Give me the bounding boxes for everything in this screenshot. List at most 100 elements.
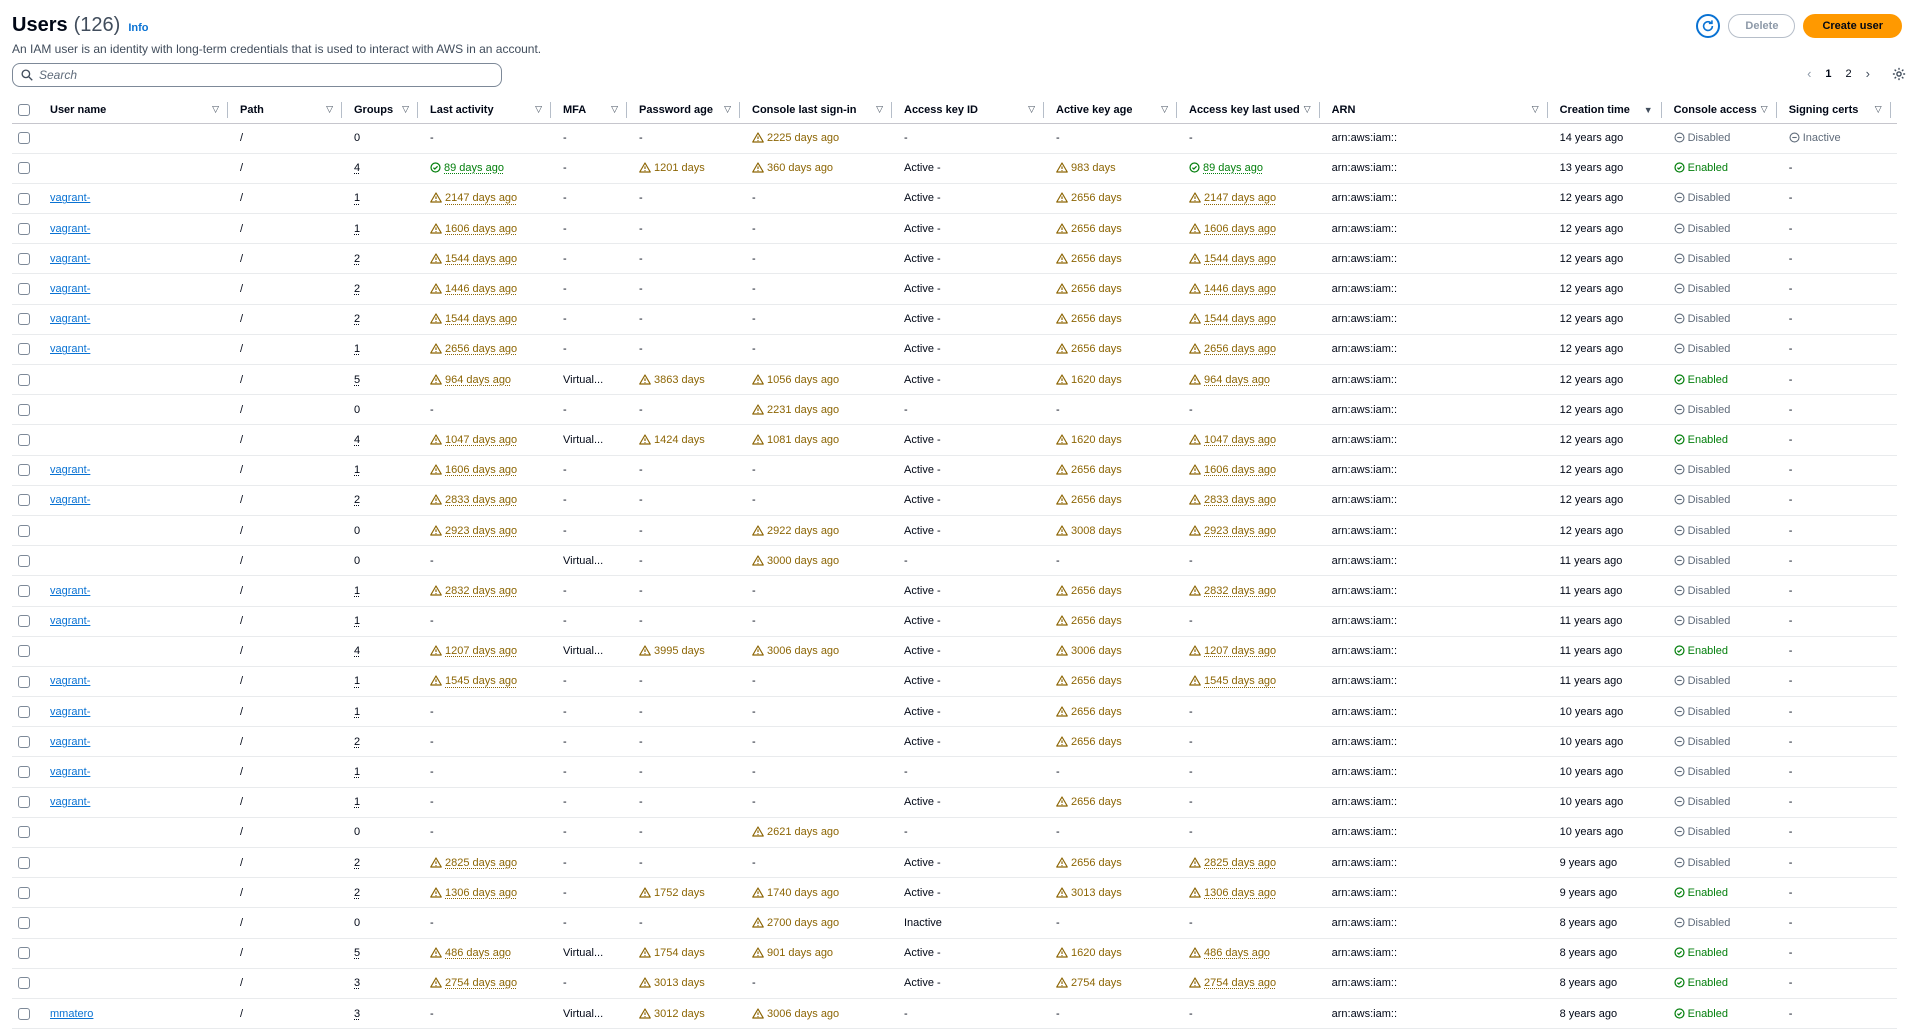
cell-value[interactable]: 964 days ago — [445, 374, 511, 386]
cell-value[interactable]: 1446 days ago — [1204, 283, 1276, 295]
row-checkbox[interactable] — [18, 584, 30, 597]
row-checkbox[interactable] — [18, 947, 30, 960]
column-header-last-activity[interactable]: Last activity ▽ — [424, 97, 557, 124]
delete-button[interactable]: Delete — [1728, 14, 1796, 38]
cell-last-activity[interactable]: 1606 days ago — [424, 455, 557, 486]
cell-groups[interactable]: 5 — [348, 364, 424, 396]
cell-last-activity[interactable]: 2832 days ago — [424, 575, 557, 607]
row-checkbox[interactable] — [18, 252, 30, 265]
row-checkbox[interactable] — [18, 615, 30, 628]
cell-groups[interactable]: 1 — [348, 455, 424, 486]
cell-groups[interactable]: 4 — [348, 153, 424, 184]
cell-user-name[interactable]: vagrant- — [44, 183, 234, 215]
cell-value[interactable]: 1545 days ago — [445, 675, 517, 687]
cell-value[interactable]: 4 — [354, 162, 360, 174]
sort-caret-icon[interactable]: ▽ — [1532, 104, 1539, 115]
cell-value[interactable]: 3 — [354, 1008, 360, 1020]
cell-value[interactable]: 4 — [354, 434, 360, 446]
cell-value[interactable]: 2 — [354, 313, 360, 325]
sort-caret-icon[interactable]: ▽ — [724, 104, 731, 115]
cell-last-activity[interactable]: 1544 days ago — [424, 243, 557, 275]
cell-groups[interactable]: 1 — [348, 183, 424, 215]
sort-caret-icon[interactable]: ▽ — [1761, 104, 1768, 115]
cell-value[interactable]: 89 days ago — [1203, 162, 1263, 174]
cell-value[interactable]: 1 — [354, 585, 360, 597]
cell-user-name[interactable]: vagrant- — [44, 575, 234, 607]
cell-value[interactable]: 2754 days ago — [445, 977, 517, 989]
cell-access-key-last-used[interactable]: 1606 days ago — [1183, 455, 1326, 486]
cell-value[interactable]: 1446 days ago — [445, 283, 517, 295]
cell-access-key-last-used[interactable]: 1606 days ago — [1183, 213, 1326, 245]
column-header-path[interactable]: Path ▽ — [234, 97, 348, 124]
sort-caret-icon[interactable]: ▽ — [1161, 104, 1168, 115]
sort-caret-icon[interactable]: ▽ — [1028, 104, 1035, 115]
cell-groups[interactable]: 1 — [348, 756, 424, 788]
cell-last-activity[interactable]: 1306 days ago — [424, 877, 557, 909]
cell-last-activity[interactable]: 2656 days ago — [424, 334, 557, 366]
cell-user-name[interactable]: vagrant- — [44, 756, 234, 788]
cell-value[interactable]: 1 — [354, 223, 360, 235]
cell-value[interactable]: 1606 days ago — [445, 223, 517, 235]
cell-value[interactable]: vagrant- — [50, 313, 90, 325]
cell-user-name[interactable]: mmatero — [44, 998, 234, 1030]
cell-value[interactable]: 89 days ago — [444, 162, 504, 174]
cell-last-activity[interactable]: 964 days ago — [424, 364, 557, 396]
sort-caret-icon[interactable]: ▽ — [876, 104, 883, 115]
cell-value[interactable]: vagrant- — [50, 766, 90, 778]
cell-last-activity[interactable]: 2825 days ago — [424, 847, 557, 879]
column-header-password-age[interactable]: Password age ▽ — [633, 97, 746, 124]
cell-value[interactable]: 1 — [354, 796, 360, 808]
cell-user-name[interactable]: vagrant- — [44, 726, 234, 758]
cell-value[interactable]: 1 — [354, 464, 360, 476]
cell-value[interactable]: 964 days ago — [1204, 374, 1270, 386]
cell-value[interactable]: 486 days ago — [1204, 947, 1270, 959]
cell-last-activity[interactable]: 2147 days ago — [424, 183, 557, 215]
cell-last-activity[interactable]: 1545 days ago — [424, 666, 557, 698]
cell-user-name[interactable]: vagrant- — [44, 334, 234, 366]
cell-value[interactable]: 1 — [354, 766, 360, 778]
cell-value[interactable]: vagrant- — [50, 736, 90, 748]
select-all-checkbox[interactable] — [18, 103, 30, 116]
cell-value[interactable]: 2754 days ago — [1204, 977, 1276, 989]
cell-access-key-last-used[interactable]: 1544 days ago — [1183, 243, 1326, 275]
cell-value[interactable]: 2923 days ago — [1204, 525, 1276, 537]
search-input[interactable]: Search — [12, 63, 502, 87]
cell-last-activity[interactable]: 2754 days ago — [424, 968, 557, 999]
cell-access-key-last-used[interactable]: 2147 days ago — [1183, 183, 1326, 215]
cell-value[interactable]: 5 — [354, 374, 360, 386]
cell-value[interactable]: 2 — [354, 857, 360, 869]
column-header-active-key-age[interactable]: Active key age ▽ — [1050, 97, 1183, 124]
cell-value[interactable]: 1545 days ago — [1204, 675, 1276, 687]
column-header-access-key-id[interactable]: Access key ID ▽ — [898, 97, 1050, 124]
column-header-mfa[interactable]: MFA ▽ — [557, 97, 633, 124]
cell-last-activity[interactable]: 1606 days ago — [424, 213, 557, 245]
cell-groups[interactable]: 1 — [348, 213, 424, 245]
cell-last-activity[interactable]: 1446 days ago — [424, 273, 557, 305]
cell-access-key-last-used[interactable]: 2825 days ago — [1183, 847, 1326, 879]
cell-value[interactable]: vagrant- — [50, 464, 90, 476]
column-header-user-name[interactable]: User name ▽ — [44, 97, 234, 124]
page-1-button[interactable]: 1 — [1825, 68, 1831, 80]
row-checkbox[interactable] — [18, 524, 30, 537]
cell-value[interactable]: 5 — [354, 947, 360, 959]
cell-last-activity[interactable]: 2833 days ago — [424, 485, 557, 516]
cell-value[interactable]: vagrant- — [50, 796, 90, 808]
cell-access-key-last-used[interactable]: 486 days ago — [1183, 938, 1326, 969]
cell-user-name[interactable]: vagrant- — [44, 666, 234, 698]
cell-value[interactable]: vagrant- — [50, 283, 90, 295]
cell-groups[interactable]: 3 — [348, 998, 424, 1030]
row-checkbox[interactable] — [18, 886, 30, 899]
cell-value[interactable]: vagrant- — [50, 253, 90, 265]
row-checkbox[interactable] — [18, 162, 30, 175]
cell-value[interactable]: 2833 days ago — [445, 494, 517, 506]
cell-access-key-last-used[interactable]: 2754 days ago — [1183, 968, 1326, 999]
row-checkbox[interactable] — [18, 917, 30, 930]
cell-value[interactable]: 2923 days ago — [445, 525, 517, 537]
cell-user-name[interactable]: vagrant- — [44, 696, 234, 728]
column-header-groups[interactable]: Groups ▽ — [348, 97, 424, 124]
column-header-access-key-last-used[interactable]: Access key last used ▽ — [1183, 97, 1326, 124]
cell-user-name[interactable]: vagrant- — [44, 213, 234, 245]
cell-groups[interactable]: 1 — [348, 696, 424, 728]
cell-groups[interactable]: 1 — [348, 606, 424, 637]
cell-value[interactable]: 2 — [354, 887, 360, 899]
